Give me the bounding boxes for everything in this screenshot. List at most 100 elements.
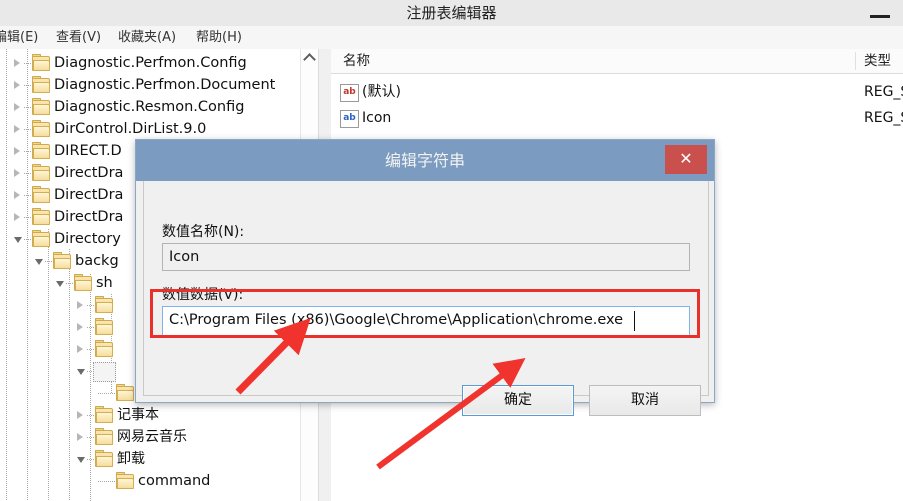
tree-expander-open-icon[interactable] bbox=[35, 259, 43, 265]
tree-item-label: Diagnostic.Perfmon.Config bbox=[54, 55, 247, 71]
tree-item[interactable]: command bbox=[0, 470, 300, 492]
close-icon: ✕ bbox=[679, 151, 693, 168]
minimize-icon bbox=[870, 15, 890, 18]
folder-icon bbox=[32, 208, 50, 225]
folder-icon bbox=[32, 120, 50, 137]
column-header-name[interactable]: 名称 bbox=[343, 49, 370, 73]
column-divider[interactable] bbox=[855, 52, 856, 70]
tree-item[interactable]: Diagnostic.Perfmon.Document bbox=[0, 74, 300, 96]
window-titlebar: 注册表编辑器 bbox=[0, 0, 903, 27]
tree-item-label: DIRECT.D bbox=[54, 143, 122, 159]
minimize-button[interactable] bbox=[858, 0, 903, 26]
table-row[interactable]: ab (默认) REG_S bbox=[331, 80, 903, 105]
ab-string-icon-blue: ab bbox=[340, 110, 359, 128]
cancel-button[interactable]: 取消 bbox=[589, 385, 701, 416]
tree-connector bbox=[24, 195, 32, 196]
menu-item-favorites[interactable]: 收藏夹(A) bbox=[118, 26, 176, 49]
value-type: REG_S bbox=[864, 84, 903, 100]
tree-expander-open-icon[interactable] bbox=[77, 369, 85, 375]
tree-expander-closed-icon[interactable] bbox=[14, 169, 20, 177]
folder-icon bbox=[116, 384, 134, 401]
tree-connector bbox=[24, 173, 32, 174]
tree-connector bbox=[45, 261, 53, 262]
tree-connector bbox=[24, 107, 32, 108]
ab-string-icon-red: ab bbox=[340, 84, 359, 102]
tree-connector bbox=[87, 437, 95, 438]
tree-expander-closed-icon[interactable] bbox=[14, 147, 20, 155]
scroll-up-arrow-icon[interactable] bbox=[301, 49, 318, 66]
tree-connector bbox=[66, 283, 74, 284]
folder-icon bbox=[32, 142, 50, 159]
folder-icon bbox=[95, 340, 113, 357]
tree-item[interactable]: DirControl.DirList.9.0 bbox=[0, 118, 300, 140]
folder-icon bbox=[116, 472, 134, 489]
value-data-highlight-box bbox=[150, 289, 700, 338]
edit-string-dialog: 编辑字符串 ✕ 数值名称(N): Icon 数值数据(V): C:\Progra… bbox=[135, 139, 715, 416]
menu-item-help[interactable]: 帮助(H) bbox=[196, 26, 242, 49]
tree-item-label: 网易云音乐 bbox=[117, 429, 187, 445]
tree-connector bbox=[108, 481, 116, 482]
tree-item[interactable]: Diagnostic.Perfmon.Config bbox=[0, 52, 300, 74]
close-button[interactable]: ✕ bbox=[665, 145, 707, 174]
folder-icon bbox=[95, 428, 113, 445]
folder-icon bbox=[95, 296, 113, 313]
tree-connector bbox=[24, 217, 32, 218]
menu-item-view[interactable]: 查看(V) bbox=[56, 26, 101, 49]
tree-item[interactable]: 网易云音乐 bbox=[0, 426, 300, 448]
menu-bar: 编辑(E) 查看(V) 收藏夹(A) 帮助(H) bbox=[0, 26, 903, 50]
tree-expander-closed-icon[interactable] bbox=[14, 213, 20, 221]
tree-selected-item-outline bbox=[93, 362, 116, 382]
menu-item-edit[interactable]: 编辑(E) bbox=[0, 26, 38, 49]
tree-expander-closed-icon[interactable] bbox=[77, 345, 83, 353]
tree-expander-open-icon[interactable] bbox=[14, 237, 22, 243]
tree-connector bbox=[87, 305, 95, 306]
ok-button[interactable]: 确定 bbox=[462, 385, 574, 416]
tree-connector bbox=[24, 151, 32, 152]
tree-item[interactable]: 卸载 bbox=[0, 448, 300, 470]
tree-item-label: 记事本 bbox=[117, 407, 159, 423]
tree-item[interactable]: Diagnostic.Resmon.Config bbox=[0, 96, 300, 118]
tree-connector bbox=[24, 129, 32, 130]
column-header-type[interactable]: 类型 bbox=[864, 49, 891, 73]
tree-item-label: 卸载 bbox=[117, 451, 145, 467]
tree-connector bbox=[87, 415, 95, 416]
folder-icon bbox=[32, 98, 50, 115]
folder-icon bbox=[32, 230, 50, 247]
value-name: (默认) bbox=[362, 84, 401, 100]
tree-connector bbox=[87, 327, 95, 328]
folder-icon bbox=[95, 318, 113, 335]
chevron-up-icon bbox=[303, 53, 316, 66]
tree-item-label: DirectDra bbox=[54, 165, 124, 181]
folder-icon bbox=[32, 54, 50, 71]
value-type: REG_S bbox=[864, 110, 903, 126]
tree-item-label: backg bbox=[75, 253, 119, 269]
tree-expander-open-icon[interactable] bbox=[56, 281, 64, 287]
folder-icon bbox=[95, 450, 113, 467]
dialog-titlebar: 编辑字符串 ✕ bbox=[136, 140, 714, 181]
tree-expander-closed-icon[interactable] bbox=[14, 125, 20, 133]
values-list-header: 名称 类型 bbox=[331, 49, 903, 74]
tree-expander-closed-icon[interactable] bbox=[77, 323, 83, 331]
tree-item-label: Directory bbox=[54, 231, 121, 247]
tree-expander-closed-icon[interactable] bbox=[77, 411, 83, 419]
folder-icon bbox=[53, 252, 71, 269]
folder-icon bbox=[74, 274, 92, 291]
tree-expander-closed-icon[interactable] bbox=[14, 103, 20, 111]
tree-expander-closed-icon[interactable] bbox=[14, 59, 20, 67]
folder-icon bbox=[32, 186, 50, 203]
registry-editor-window: 注册表编辑器 编辑(E) 查看(V) 收藏夹(A) 帮助(H) Diagnost… bbox=[0, 0, 903, 501]
folder-icon bbox=[95, 406, 113, 423]
tree-expander-closed-icon[interactable] bbox=[14, 191, 20, 199]
value-name-input[interactable]: Icon bbox=[162, 243, 690, 271]
tree-expander-closed-icon[interactable] bbox=[77, 301, 83, 309]
tree-connector bbox=[24, 85, 32, 86]
folder-icon bbox=[32, 164, 50, 181]
tree-item[interactable]: 记事本 bbox=[0, 404, 300, 426]
tree-item-label: DirectDra bbox=[54, 209, 124, 225]
tree-expander-closed-icon[interactable] bbox=[14, 81, 20, 89]
table-row[interactable]: ab Icon REG_S bbox=[331, 106, 903, 131]
tree-expander-closed-icon[interactable] bbox=[77, 433, 83, 441]
tree-expander-open-icon[interactable] bbox=[77, 457, 85, 463]
tree-item-label: DirectDra bbox=[54, 187, 124, 203]
tree-item-label: DirControl.DirList.9.0 bbox=[54, 121, 207, 137]
